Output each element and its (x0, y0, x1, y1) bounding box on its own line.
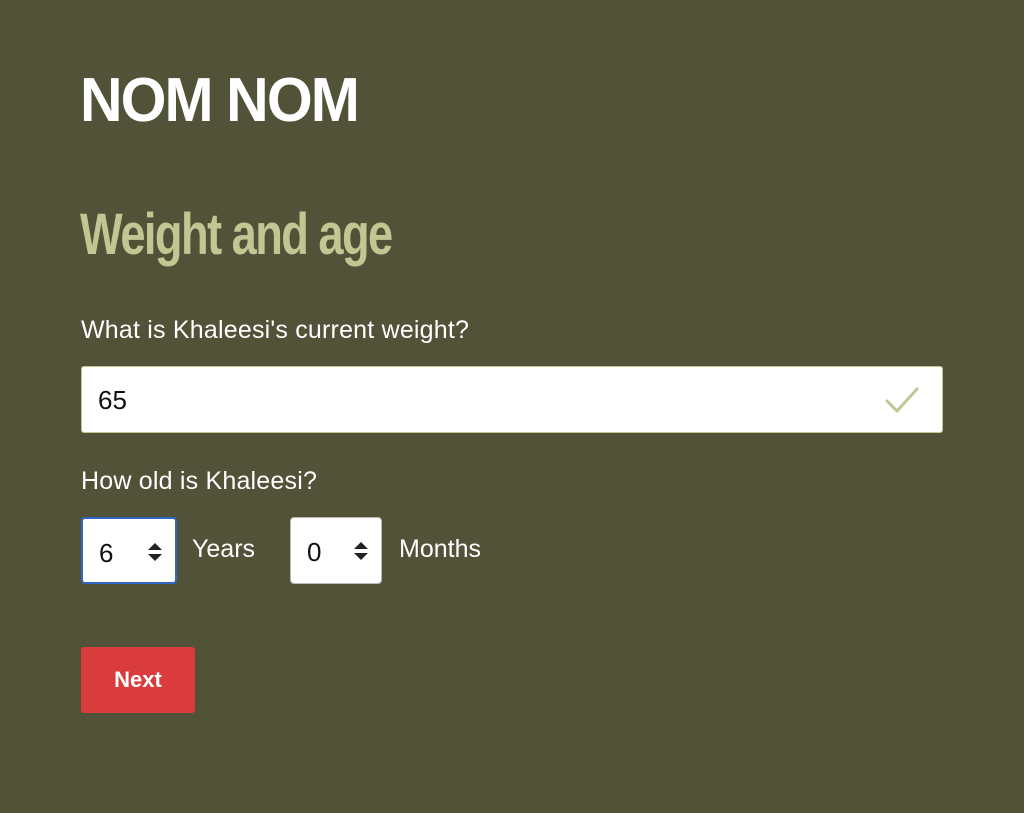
spin-arrows-icon[interactable] (353, 540, 369, 562)
spin-arrows-icon[interactable] (147, 541, 163, 563)
months-unit-label: Months (399, 535, 481, 563)
weight-label: What is Khaleesi's current weight? (81, 316, 470, 344)
years-value: 6 (99, 538, 114, 568)
page: NOM NOM Weight and age What is Khaleesi'… (0, 0, 1024, 813)
years-unit-label: Years (192, 535, 256, 563)
months-value: 0 (307, 537, 322, 567)
years-stepper[interactable]: 6 (81, 517, 177, 584)
page-title: Weight and age (80, 202, 393, 267)
brand-logo[interactable]: NOM NOM (80, 70, 360, 132)
months-stepper[interactable]: 0 (290, 517, 382, 584)
next-button[interactable]: Next (81, 647, 195, 713)
weight-input[interactable]: 65 (81, 366, 943, 433)
weight-input-value: 65 (98, 385, 127, 415)
age-label: How old is Khaleesi? (81, 467, 318, 495)
check-icon (885, 387, 919, 413)
